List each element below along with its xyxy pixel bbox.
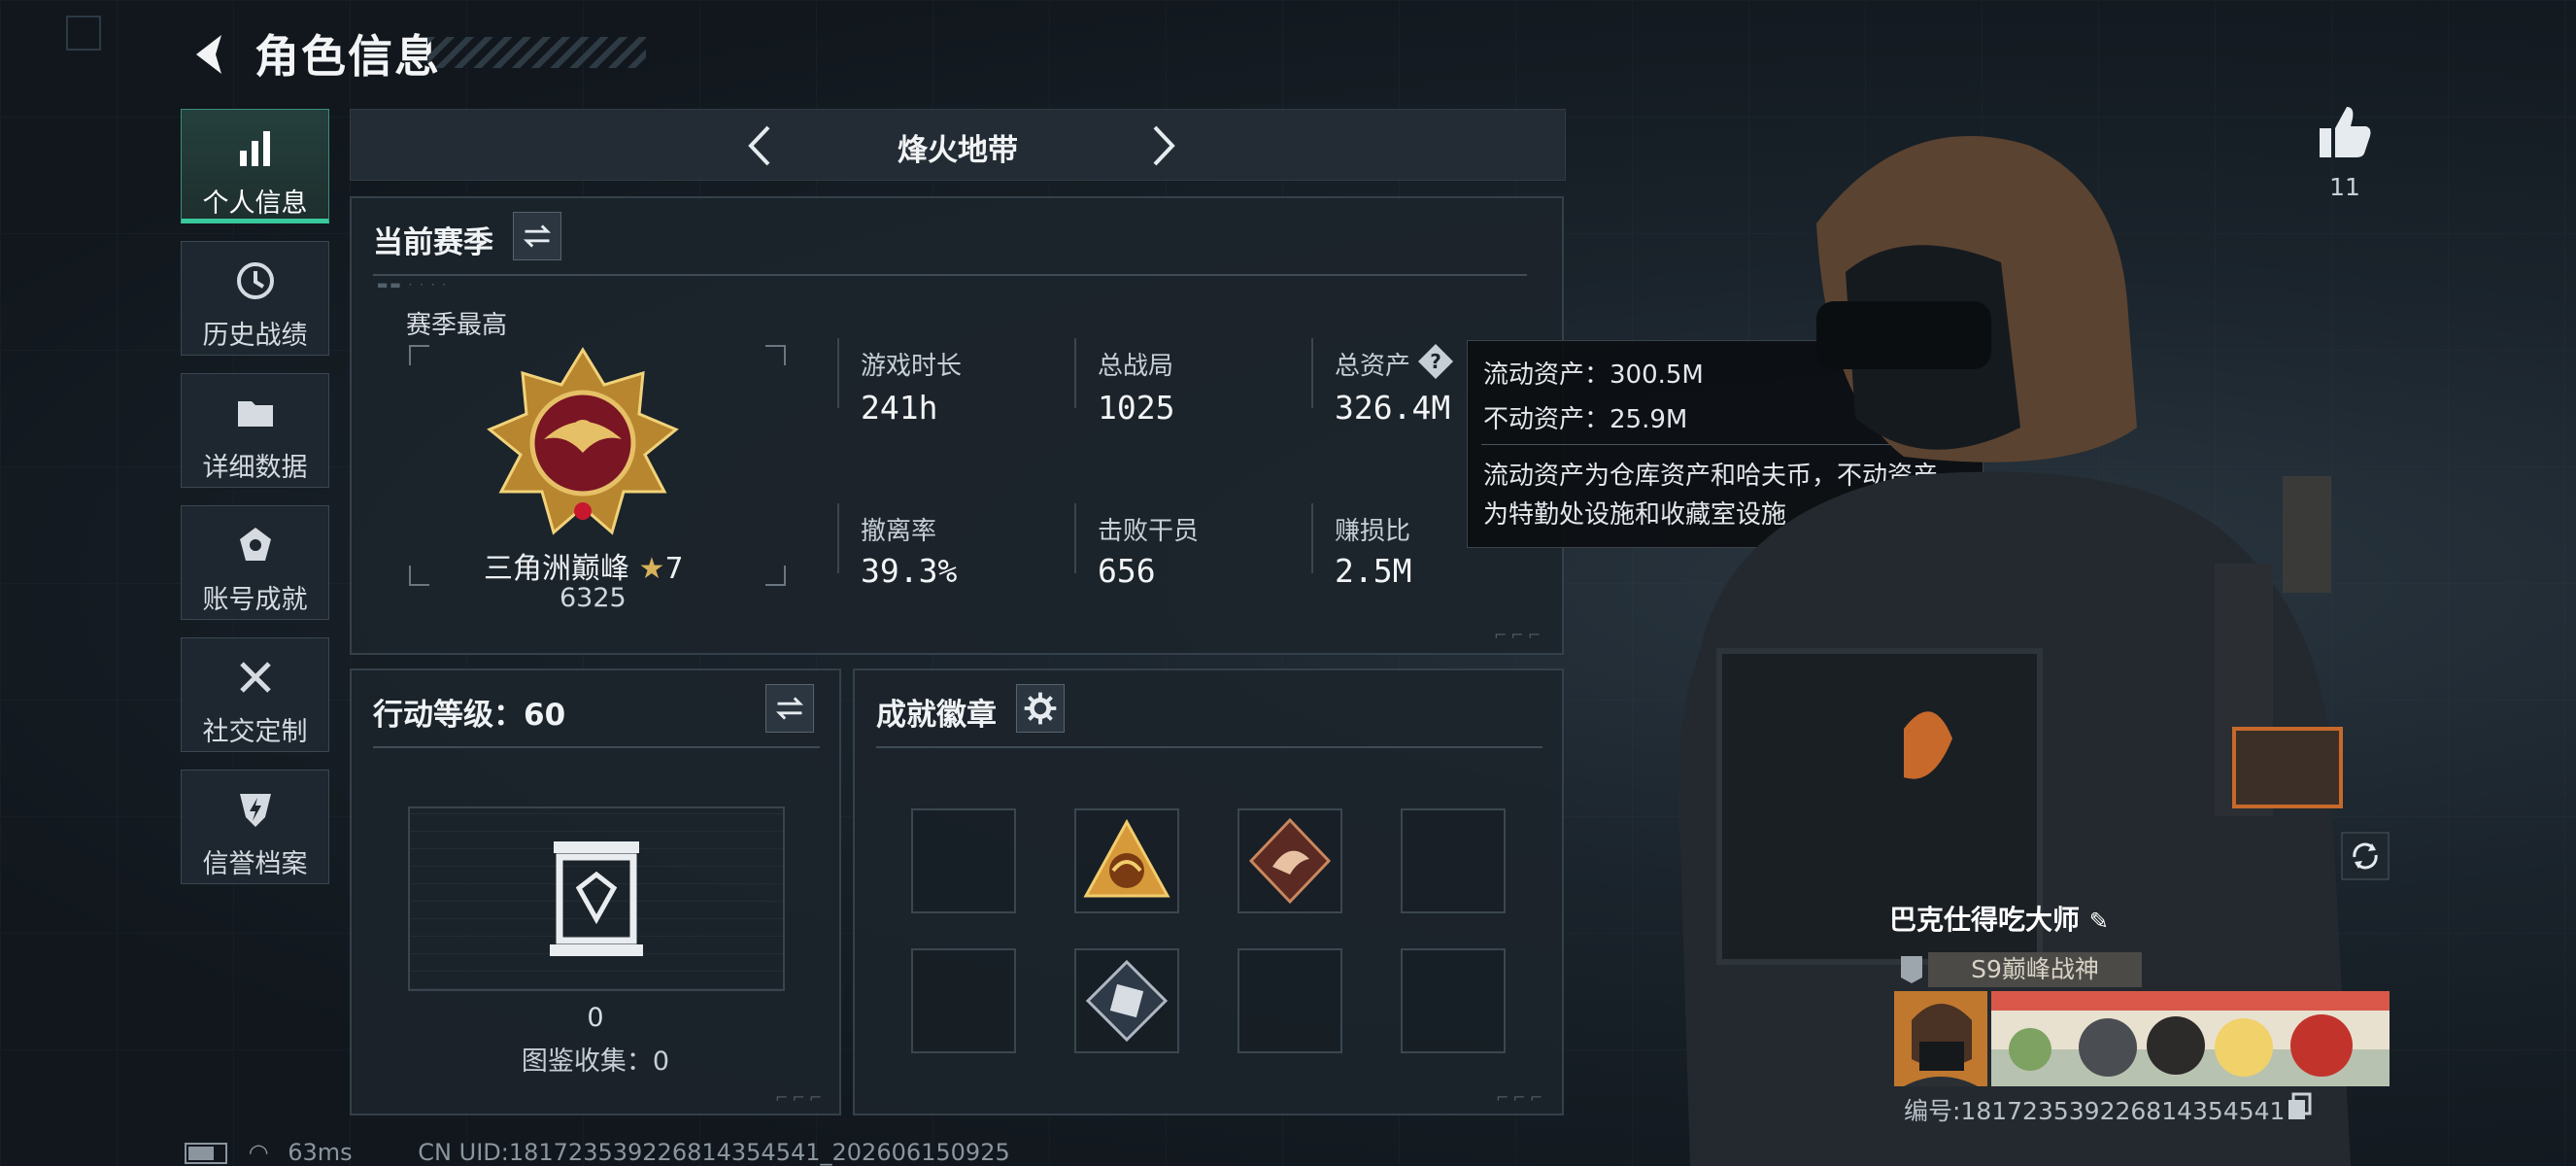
- status-bar: ◠ 63ms CN UID:18172353922681435454​1_202…: [185, 1139, 1010, 1166]
- stat-label: 撤离率: [861, 517, 937, 546]
- stat-label: 总战局: [1098, 352, 1174, 381]
- season-best-label: 赛季最高: [406, 311, 508, 340]
- sidebar-item-label: 历史战绩: [202, 321, 308, 351]
- badge-slot-empty[interactable]: [911, 808, 1016, 913]
- stat-value: 2.5M: [1335, 552, 1412, 590]
- title-rank-icon: [1901, 956, 1922, 983]
- stat-divider: [837, 338, 839, 408]
- collection-case-icon[interactable]: [546, 838, 647, 960]
- corner-decoration: ⌐⌐⌐: [1496, 1088, 1547, 1107]
- sidebar-item-history[interactable]: 历史战绩: [181, 241, 329, 356]
- stat-label: 击败干员: [1098, 517, 1200, 546]
- player-title-tag: S9巅峰战神: [1928, 952, 2142, 987]
- stat-label: 游戏时长: [861, 352, 963, 381]
- rank-stars: 7: [664, 552, 684, 586]
- badge-slot[interactable]: [1074, 948, 1179, 1053]
- divider: [373, 746, 820, 748]
- badge-slot[interactable]: [1237, 808, 1342, 913]
- rank-medal-icon: [487, 347, 679, 535]
- stat-label: 赚损比: [1335, 517, 1411, 546]
- rank-name-row: 三角洲巅峰 ★7: [484, 544, 684, 587]
- help-icon[interactable]: ?: [1416, 342, 1455, 381]
- badge-slot[interactable]: [1074, 808, 1179, 913]
- badges-header: 成就徽章: [876, 698, 997, 733]
- star-icon: ★: [638, 552, 665, 586]
- season-header: 当前赛季: [373, 225, 493, 260]
- corner-frame: [66, 16, 101, 51]
- next-mode-arrow-icon[interactable]: [1137, 120, 1186, 172]
- badge-slot-empty[interactable]: [911, 948, 1016, 1053]
- stat-divider: [1311, 503, 1313, 573]
- like-count: 11: [2329, 173, 2360, 201]
- sidebar-item-label: 账号成就: [202, 585, 308, 615]
- player-name: 巴克仕得吃大师: [1889, 904, 2081, 936]
- badge-slot-empty[interactable]: [1401, 808, 1506, 913]
- sidebar-item-details[interactable]: 详细数据: [181, 373, 329, 488]
- clock-icon: [236, 262, 274, 299]
- action-level-switch-button[interactable]: [765, 684, 814, 733]
- stat-value: 1025: [1098, 389, 1175, 427]
- battery-icon: [185, 1143, 227, 1164]
- stat-divider: [1074, 503, 1076, 573]
- edit-pencil-icon[interactable]: ✎: [2089, 908, 2109, 935]
- sidebar-item-social[interactable]: 社交定制: [181, 637, 329, 752]
- achievement-icon: [239, 528, 271, 561]
- title-decoration: [427, 37, 646, 68]
- sidebar-item-achievements[interactable]: 账号成就: [181, 505, 329, 620]
- sidebar-item-credit[interactable]: 信誉档案: [181, 770, 329, 884]
- season-switch-button[interactable]: [513, 212, 561, 260]
- divider: [373, 274, 1527, 276]
- player-id: 编号:18172353922681435454​1: [1904, 1097, 2286, 1125]
- ping-value: 63ms: [288, 1139, 353, 1166]
- like-thumb-icon[interactable]: [2316, 103, 2374, 161]
- rank-name: 三角洲巅峰: [484, 552, 629, 586]
- back-arrow-icon[interactable]: [183, 27, 237, 82]
- stat-value: 656: [1098, 552, 1156, 590]
- player-avatar[interactable]: [1894, 991, 1987, 1086]
- bar-chart-icon: [239, 131, 270, 166]
- sidebar-item-personal-info[interactable]: 个人信息: [181, 109, 329, 223]
- player-name-row: 巴克仕得吃大师 ✎: [1889, 899, 2109, 938]
- sidebar-item-label: 社交定制: [202, 717, 308, 747]
- beast-diamond-badge-icon: [1248, 817, 1332, 905]
- shield-bolt-icon: [239, 794, 271, 827]
- collection-count: 0: [587, 1003, 604, 1033]
- decor-dots: ▬▬ · · · ·: [377, 278, 449, 292]
- stat-divider: [1311, 338, 1313, 408]
- folder-icon: [237, 401, 273, 427]
- badge-settings-gear-icon[interactable]: [1016, 684, 1065, 733]
- stat-divider: [1074, 338, 1076, 408]
- badge-slot-empty[interactable]: [1237, 948, 1342, 1053]
- page-title: 角色信息: [254, 30, 441, 83]
- badge-slot-empty[interactable]: [1401, 948, 1506, 1053]
- stat-label: 总资产: [1335, 352, 1411, 381]
- action-level-panel: 行动等级：60 0 图鉴收集：0 ⌐⌐⌐: [350, 669, 841, 1115]
- stat-divider: [837, 503, 839, 573]
- wifi-icon: ◠: [248, 1139, 269, 1166]
- corner-decoration: ⌐⌐⌐: [775, 1088, 827, 1107]
- rotate-refresh-icon[interactable]: [2341, 832, 2390, 880]
- mode-label: 烽火地带: [898, 133, 1018, 168]
- stat-value: 241h: [861, 389, 938, 427]
- sidebar-item-label: 信誉档案: [202, 849, 308, 879]
- divider: [876, 746, 1542, 748]
- corner-decoration: ⌐⌐⌐: [1494, 626, 1545, 644]
- badges-panel: 成就徽章 ⌐⌐⌐: [853, 669, 1564, 1115]
- season-panel: 当前赛季 ▬▬ · · · · 赛季最高 三角洲巅峰 ★7 6325 游戏时长 …: [350, 196, 1564, 655]
- action-level-header: 行动等级：60: [373, 698, 566, 733]
- cube-diamond-badge-icon: [1085, 959, 1169, 1043]
- svg-text:?: ?: [1430, 350, 1441, 373]
- mode-selector: 烽火地带: [350, 109, 1566, 181]
- uid-text: CN UID:18172353922681435454​1_2026061509…: [418, 1139, 1010, 1166]
- rank-score: 6325: [559, 583, 627, 613]
- dragon-triangle-badge-icon: [1083, 818, 1170, 898]
- tools-icon: [239, 662, 271, 693]
- stat-value: 39.3%: [861, 552, 958, 590]
- sidebar-item-label: 个人信息: [202, 189, 308, 219]
- stat-value: 326.4M: [1335, 389, 1451, 427]
- copy-icon[interactable]: [2287, 1092, 2312, 1121]
- collection-label: 图鉴收集：0: [521, 1046, 670, 1077]
- sidebar-item-label: 详细数据: [202, 453, 308, 483]
- name-card-banner[interactable]: [1991, 991, 2390, 1086]
